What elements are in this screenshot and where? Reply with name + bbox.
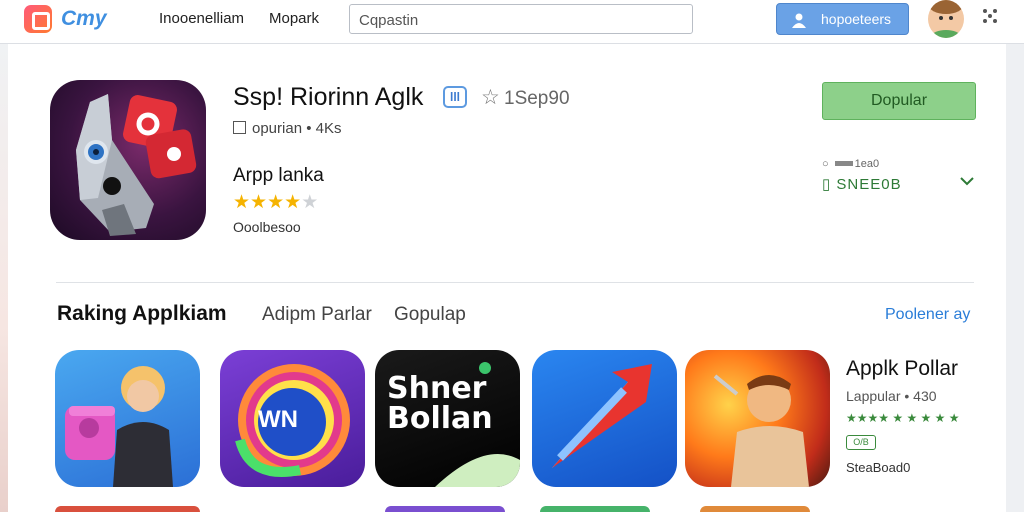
app-card-4[interactable] (532, 350, 677, 487)
tab-1[interactable]: Adipm Parlar (262, 304, 372, 326)
install-button-label: Dopular (870, 92, 928, 109)
app-title: Ssp! Riorinn Aglk (233, 83, 424, 111)
nav-link-1[interactable]: Inooenelliam (159, 10, 244, 27)
app-card-1[interactable] (55, 350, 200, 487)
search-box[interactable] (349, 4, 693, 34)
star-outline-icon[interactable]: ☆ (481, 85, 500, 110)
tab-2[interactable]: Gopulap (394, 304, 466, 326)
next-row-card-2[interactable] (385, 506, 505, 512)
top-bar: Cmy Inooenelliam Mopark hopoeteers (0, 0, 1024, 44)
size-label: 1ea0 (854, 158, 880, 170)
app-icon (50, 80, 206, 240)
rating-count: 1Sep90 (504, 88, 570, 109)
app-store-logo-icon[interactable] (24, 5, 52, 33)
featured-meta: Lappular • 430 (846, 388, 937, 404)
card-3-text: Shner Bollan (387, 371, 493, 436)
app-card-5[interactable] (685, 350, 830, 487)
verified-badge: lll (443, 86, 467, 108)
status-line: ▯ SNEE0B (822, 176, 902, 193)
developer-name[interactable]: Arpp lanka (233, 165, 324, 187)
category-icon (233, 121, 246, 134)
next-row-card-4[interactable] (700, 506, 810, 512)
app-meta-line: opurian • 4Ks (233, 120, 341, 137)
app-card-2[interactable]: WN (220, 350, 365, 487)
section-title: Raking Applkiam (57, 302, 227, 325)
see-all-link[interactable]: Poolener ay (885, 306, 970, 324)
search-input[interactable] (359, 10, 679, 30)
size-line: ○ 1ea0 (822, 158, 880, 170)
user-button-label: hopoeteers (821, 11, 892, 27)
app-sub-label: Ooolbesoo (233, 219, 301, 235)
section-divider (56, 282, 974, 283)
star-icon: ★ (301, 192, 319, 213)
avatar[interactable] (928, 0, 964, 38)
chevron-down-icon[interactable] (960, 176, 974, 186)
card-2-text: WN (258, 406, 298, 433)
star-icon: ★ (267, 192, 285, 213)
featured-title[interactable]: Applk Pollar (846, 357, 958, 381)
install-button[interactable]: Dopular (822, 82, 976, 120)
star-icon: ★ (250, 192, 268, 213)
next-row-card-1[interactable] (55, 506, 200, 512)
app-card-3[interactable]: Shner Bollan (375, 350, 520, 487)
nav-link-2[interactable]: Mopark (269, 10, 319, 27)
next-row-card-3[interactable] (540, 506, 650, 512)
left-edge-strip (0, 44, 8, 512)
app-meta-text: opurian • 4Ks (252, 120, 342, 137)
featured-rating: ★★★★ ★ ★ ★ ★ ★ (846, 411, 960, 425)
rating-stars: ★★★★★ (233, 191, 318, 214)
featured-tag: O/B (846, 435, 876, 450)
featured-sub: SteaBoad0 (846, 460, 911, 475)
status-label: SNEE0B (836, 176, 902, 193)
apps-grid-icon[interactable] (982, 8, 998, 24)
user-button[interactable]: hopoeteers (776, 3, 909, 35)
user-icon (792, 13, 806, 28)
star-icon: ★ (284, 192, 302, 213)
logo-text[interactable]: Cmy (61, 7, 107, 31)
star-icon: ★ (233, 192, 251, 213)
